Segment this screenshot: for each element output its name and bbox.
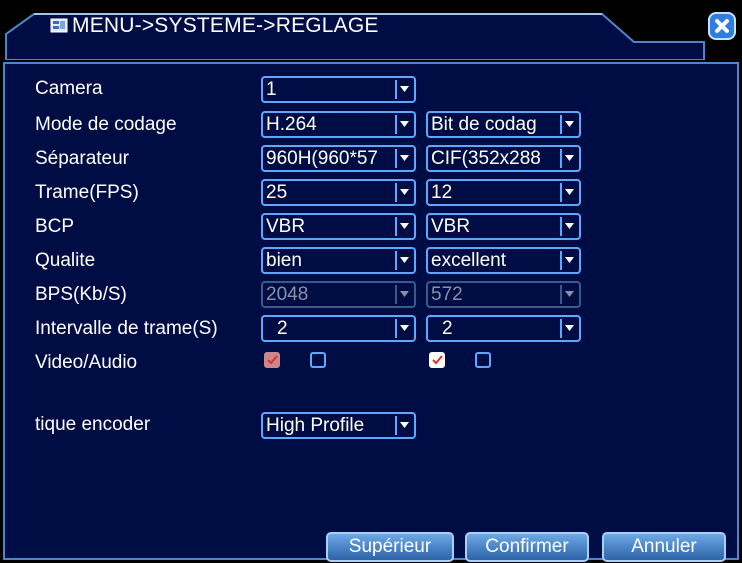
chevron-down-icon [395, 183, 412, 202]
bps-extra-value: 572 [431, 284, 463, 305]
video-audio-label: Video/Audio [35, 352, 138, 373]
qualite-main-value: bien [266, 250, 302, 271]
separateur-main-value: 960H(960*57 [266, 148, 378, 169]
trame-main-value: 25 [266, 182, 288, 203]
qualite-extra-select[interactable]: excellent [426, 247, 581, 274]
chevron-down-icon [560, 183, 577, 202]
title-bar: MENU->SYSTEME->REGLAGE [0, 0, 742, 60]
encoder-profile-select[interactable]: High Profile [261, 412, 416, 439]
main-audio-checkbox[interactable] [310, 352, 326, 368]
chevron-down-icon [395, 285, 412, 304]
intervalle-main-select[interactable]: 2 [261, 315, 416, 342]
chevron-down-icon [560, 217, 577, 236]
chevron-down-icon [395, 319, 412, 338]
chevron-down-icon [395, 115, 412, 134]
qualite-extra-value: excellent [431, 250, 506, 271]
bcp-extra-value: VBR [431, 216, 471, 237]
chevron-down-icon [395, 80, 412, 99]
chevron-down-icon [560, 149, 577, 168]
intervalle-extra-value: 2 [442, 318, 453, 339]
chevron-down-icon [560, 285, 577, 304]
camera-label: Camera [35, 78, 103, 99]
intervalle-label: Intervalle de trame(S) [35, 318, 218, 339]
qualite-main-select[interactable]: bien [261, 247, 416, 274]
main-video-checkbox[interactable] [264, 352, 280, 368]
mode-codage-extra-value: Bit de codag [431, 114, 537, 135]
intervalle-extra-select[interactable]: 2 [426, 315, 581, 342]
confirmer-button[interactable]: Confirmer [465, 532, 589, 562]
bps-extra-select: 572 [426, 281, 581, 308]
intervalle-main-value: 2 [277, 318, 288, 339]
separateur-main-select[interactable]: 960H(960*57 [261, 145, 416, 172]
separateur-extra-select[interactable]: CIF(352x288 [426, 145, 581, 172]
chevron-down-icon [560, 115, 577, 134]
bcp-main-select[interactable]: VBR [261, 213, 416, 240]
trame-main-select[interactable]: 25 [261, 179, 416, 206]
close-icon [708, 12, 736, 40]
trame-label: Trame(FPS) [35, 182, 139, 203]
chevron-down-icon [395, 251, 412, 270]
bcp-label: BCP [35, 216, 75, 237]
qualite-label: Qualite [35, 250, 96, 271]
trame-extra-value: 12 [431, 182, 453, 203]
annuler-button[interactable]: Annuler [602, 532, 726, 562]
bps-label: BPS(Kb/S) [35, 284, 127, 305]
check-icon [432, 355, 443, 365]
menu-icon [50, 18, 68, 34]
mode-codage-label: Mode de codage [35, 114, 177, 135]
settings-window: MENU->SYSTEME->REGLAGE Camera 1 Mode de … [0, 0, 742, 563]
extra-video-checkbox[interactable] [429, 352, 445, 368]
close-button[interactable] [708, 12, 736, 40]
encoder-label: tique encoder [35, 414, 151, 435]
check-icon [267, 355, 278, 365]
chevron-down-icon [395, 416, 412, 435]
chevron-down-icon [560, 319, 577, 338]
settings-panel: Camera 1 Mode de codage H.264 Bit de cod… [3, 62, 739, 562]
separateur-label: Séparateur [35, 148, 130, 169]
chevron-down-icon [560, 251, 577, 270]
bcp-main-value: VBR [266, 216, 306, 237]
mode-codage-main-value: H.264 [266, 114, 317, 135]
extra-audio-checkbox[interactable] [475, 352, 491, 368]
bps-main-select: 2048 [261, 281, 416, 308]
camera-select[interactable]: 1 [261, 76, 416, 103]
chevron-down-icon [395, 217, 412, 236]
encoder-profile-value: High Profile [266, 415, 365, 436]
mode-codage-main-select[interactable]: H.264 [261, 111, 416, 138]
separateur-extra-value: CIF(352x288 [431, 148, 541, 169]
chevron-down-icon [395, 149, 412, 168]
camera-value: 1 [266, 79, 277, 100]
superieur-button[interactable]: Supérieur [326, 532, 454, 562]
bcp-extra-select[interactable]: VBR [426, 213, 581, 240]
trame-extra-select[interactable]: 12 [426, 179, 581, 206]
window-title: MENU->SYSTEME->REGLAGE [72, 14, 379, 37]
mode-codage-extra-select[interactable]: Bit de codag [426, 111, 581, 138]
bps-main-value: 2048 [266, 284, 309, 305]
